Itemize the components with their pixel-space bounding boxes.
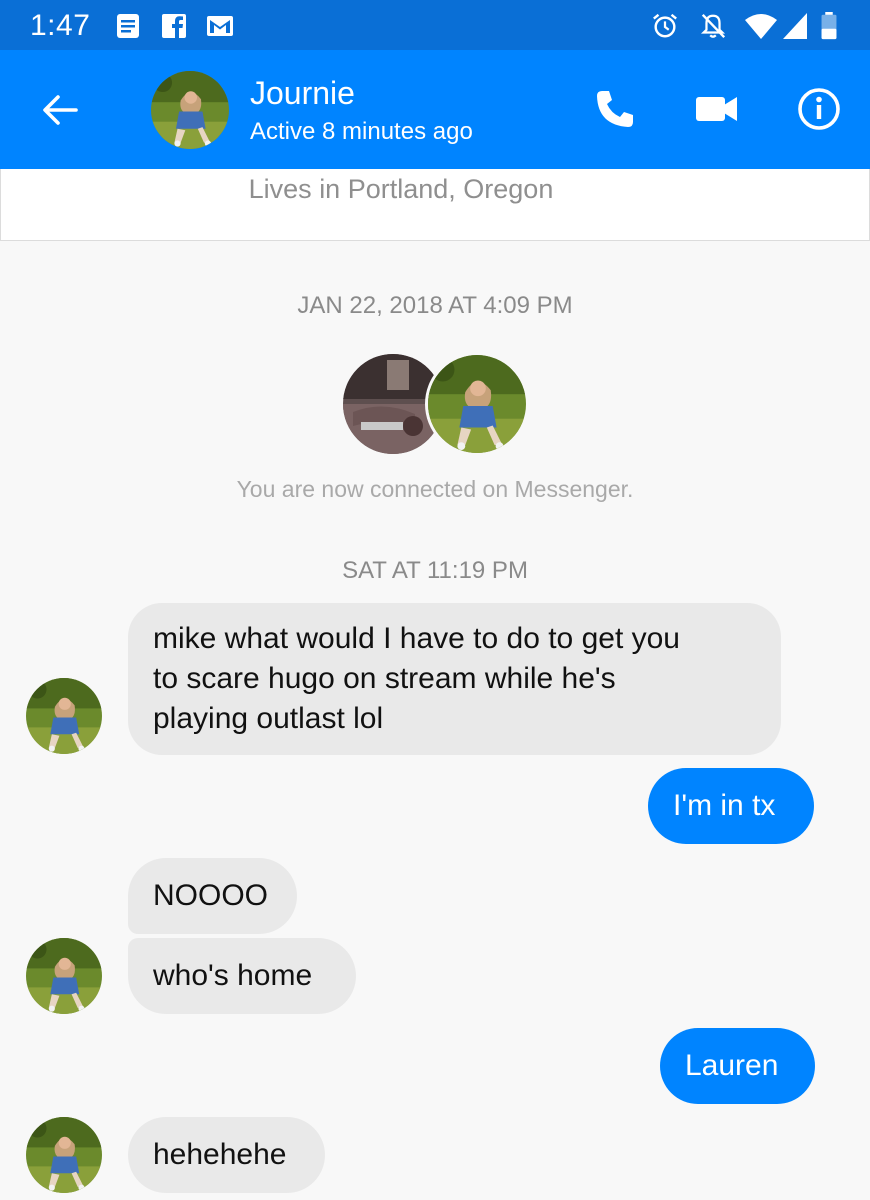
- sender-avatar[interactable]: [26, 678, 102, 754]
- connected-notice: You are now connected on Messenger.: [236, 476, 634, 502]
- message-text: NOOOO: [153, 879, 269, 912]
- incoming-message[interactable]: mike what would I have to do to get you …: [128, 603, 781, 755]
- timestamp: SAT AT 11:19 PM: [342, 557, 528, 584]
- phone-icon[interactable]: [592, 86, 638, 132]
- contact-avatar-large: [425, 352, 529, 456]
- outgoing-message[interactable]: Lauren: [660, 1028, 815, 1104]
- sender-avatar[interactable]: [26, 938, 102, 1014]
- message-line: playing outlast lol: [153, 702, 384, 735]
- incoming-message[interactable]: NOOOO: [128, 858, 297, 934]
- profile-location: Lives in Portland, Oregon: [248, 174, 554, 204]
- info-icon[interactable]: [796, 86, 842, 132]
- video-icon[interactable]: [693, 86, 739, 132]
- battery-icon: [821, 12, 837, 40]
- notes-icon: [117, 14, 139, 38]
- facebook-icon: [162, 14, 186, 38]
- bell-off-icon: [700, 13, 726, 39]
- contact-avatar[interactable]: [151, 71, 229, 149]
- incoming-message[interactable]: hehehehe: [128, 1117, 325, 1193]
- conversation-header: Journie Active 8 minutes ago: [0, 50, 870, 169]
- contact-name[interactable]: Journie: [250, 75, 355, 112]
- connected-avatars: [343, 352, 529, 456]
- message-text: I'm in tx: [673, 789, 776, 822]
- signal-icon: [783, 13, 807, 39]
- sender-avatar[interactable]: [26, 1117, 102, 1193]
- message-line: mike what would I have to do to get you: [153, 622, 680, 655]
- status-time: 1:47: [30, 9, 91, 42]
- timestamp: JAN 22, 2018 AT 4:09 PM: [297, 292, 573, 319]
- back-arrow-icon[interactable]: [38, 88, 82, 132]
- message-text: who's home: [153, 959, 313, 992]
- gmail-icon: [207, 16, 233, 36]
- message-line: to scare hugo on stream while he's: [153, 662, 616, 695]
- contact-active-status: Active 8 minutes ago: [250, 118, 473, 145]
- status-bar: 1:47: [0, 0, 870, 50]
- alarm-icon: [653, 13, 677, 38]
- message-text: hehehehe: [153, 1138, 287, 1171]
- incoming-message[interactable]: who's home: [128, 938, 356, 1014]
- outgoing-message[interactable]: I'm in tx: [648, 768, 814, 844]
- message-text: Lauren: [685, 1049, 779, 1082]
- wifi-icon: [745, 14, 777, 39]
- profile-card: Lives in Portland, Oregon: [0, 169, 870, 241]
